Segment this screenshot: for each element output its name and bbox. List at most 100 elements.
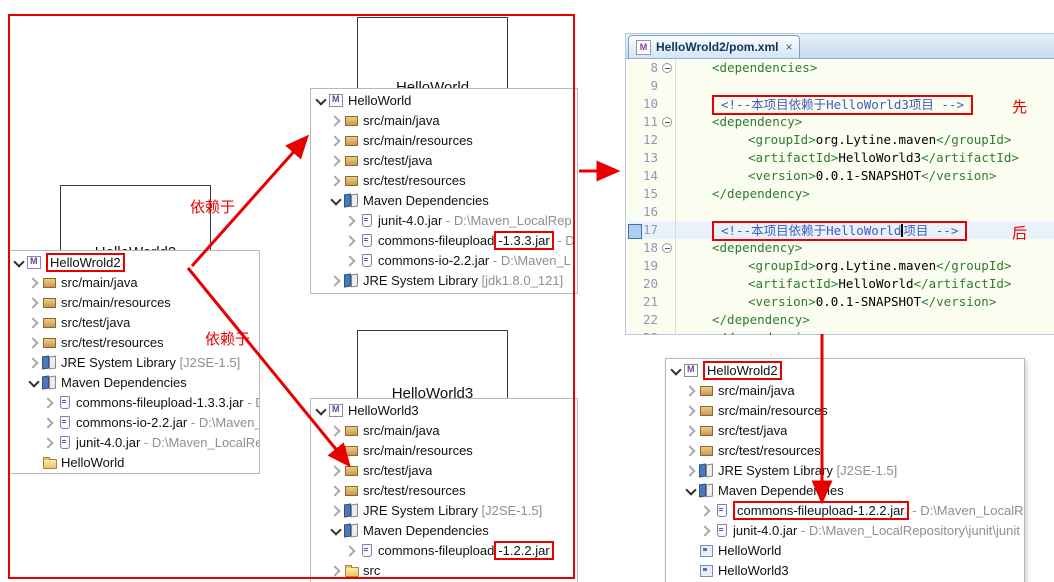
chevron-expanded-icon[interactable] [314, 404, 327, 417]
fold-collapse-icon[interactable] [660, 59, 676, 77]
chevron-expanded-icon[interactable] [684, 484, 697, 497]
tree-item[interactable]: src/test/resources [666, 440, 1024, 460]
chevron-collapsed-icon[interactable] [329, 114, 342, 127]
chevron-collapsed-icon[interactable] [27, 276, 40, 289]
chevron-collapsed-icon[interactable] [329, 484, 342, 497]
editor-line[interactable]: 23 </dependencies> [630, 329, 1054, 335]
fold-collapse-icon[interactable] [660, 113, 676, 131]
tree-item[interactable]: commons-fileupload -1.2.2.jar [311, 540, 577, 560]
chevron-expanded-icon[interactable] [27, 376, 40, 389]
editor-line[interactable]: 13 <artifactId>HelloWorld3</artifactId> [630, 149, 1054, 167]
editor-line[interactable]: 11 <dependency> [630, 113, 1054, 131]
tree-item[interactable]: src/test/java [666, 420, 1024, 440]
chevron-collapsed-icon[interactable] [329, 424, 342, 437]
editor-line[interactable]: 8 <dependencies> [630, 59, 1054, 77]
tree-item[interactable]: junit-4.0.jar - D:\Maven_LocalRep [9, 432, 259, 452]
chevron-collapsed-icon[interactable] [699, 524, 712, 537]
chevron-collapsed-icon[interactable] [329, 134, 342, 147]
tree-item[interactable]: src/main/resources [311, 130, 577, 150]
chevron-collapsed-icon[interactable] [344, 544, 357, 557]
chevron-expanded-icon[interactable] [314, 94, 327, 107]
chevron-expanded-icon[interactable] [669, 364, 682, 377]
chevron-collapsed-icon[interactable] [329, 154, 342, 167]
tree-item[interactable]: commons-io-2.2.jar - D:\Maven_L [9, 412, 259, 432]
chevron-collapsed-icon[interactable] [684, 444, 697, 457]
tree-item[interactable]: HelloWorld [666, 540, 1024, 560]
tree-item[interactable]: Maven Dependencies [9, 372, 259, 392]
tree-item[interactable]: src/main/resources [9, 292, 259, 312]
chevron-collapsed-icon[interactable] [684, 384, 697, 397]
tree-item[interactable]: HelloWorld [311, 90, 577, 110]
close-icon[interactable]: × [785, 40, 792, 54]
chevron-collapsed-icon[interactable] [329, 174, 342, 187]
editor-line[interactable]: 21 <version>0.0.1-SNAPSHOT</version> [630, 293, 1054, 311]
chevron-collapsed-icon[interactable] [42, 436, 55, 449]
chevron-collapsed-icon[interactable] [684, 424, 697, 437]
chevron-collapsed-icon[interactable] [329, 564, 342, 577]
chevron-collapsed-icon[interactable] [344, 254, 357, 267]
chevron-expanded-icon[interactable] [329, 194, 342, 207]
tab-pom-xml[interactable]: M HelloWrold2/pom.xml × [628, 35, 801, 58]
chevron-collapsed-icon[interactable] [42, 396, 55, 409]
tree-item[interactable]: Maven Dependencies [311, 520, 577, 540]
chevron-collapsed-icon[interactable] [699, 504, 712, 517]
editor-line[interactable]: 18 <dependency> [630, 239, 1054, 257]
tree-item[interactable]: JRE System Library [J2SE-1.5] [311, 500, 577, 520]
tree-item[interactable]: JRE System Library [J2SE-1.5] [666, 460, 1024, 480]
chevron-collapsed-icon[interactable] [329, 464, 342, 477]
editor-line[interactable]: 17 <!--本项目依赖于HelloWorld 项目 --> 后 [630, 221, 1054, 242]
editor-line[interactable]: 12 <groupId>org.Lytine.maven</groupId> [630, 131, 1054, 149]
tree-item[interactable]: src/main/java [9, 272, 259, 292]
tree-item[interactable]: src/main/java [666, 380, 1024, 400]
chevron-collapsed-icon[interactable] [684, 464, 697, 477]
editor-line[interactable]: 14 <version>0.0.1-SNAPSHOT</version> [630, 167, 1054, 185]
chevron-collapsed-icon[interactable] [27, 356, 40, 369]
tree-item[interactable]: commons-fileupload-1.3.3.jar - D [9, 392, 259, 412]
chevron-collapsed-icon[interactable] [344, 214, 357, 227]
tree-item[interactable]: src/test/resources [311, 170, 577, 190]
editor-line[interactable]: 19 <groupId>org.Lytine.maven</groupId> [630, 257, 1054, 275]
tree-item[interactable]: src/test/java [311, 150, 577, 170]
tree-item[interactable]: src/test/resources [311, 480, 577, 500]
tree-item[interactable]: Maven Dependencies [666, 480, 1024, 500]
tree-item[interactable]: Maven Dependencies [311, 190, 577, 210]
tree-item[interactable]: src [311, 560, 577, 580]
editor-line[interactable]: 15 </dependency> [630, 185, 1054, 203]
tree-item[interactable]: HelloWrold2 [9, 252, 259, 272]
chevron-collapsed-icon[interactable] [344, 234, 357, 247]
code-area[interactable]: 8 <dependencies> 9 10 <!--本项目依赖于HelloWorld3项… [626, 59, 1054, 335]
tree-item[interactable]: src/test/java [311, 460, 577, 480]
chevron-collapsed-icon[interactable] [27, 296, 40, 309]
tree-item[interactable]: src/main/java [311, 420, 577, 440]
chevron-collapsed-icon[interactable] [329, 274, 342, 287]
tree-item[interactable]: commons-fileupload-1.3.3.jar - D [311, 230, 577, 250]
tree-item[interactable]: junit-4.0.jar - D:\Maven_LocalRep [311, 210, 577, 230]
tree-item[interactable]: junit-4.0.jar - D:\Maven_LocalRepository… [666, 520, 1024, 540]
chevron-collapsed-icon[interactable] [27, 316, 40, 329]
tree-item[interactable]: HelloWorld3 [311, 400, 577, 420]
chevron-expanded-icon[interactable] [12, 256, 25, 269]
chevron-expanded-icon[interactable] [329, 524, 342, 537]
fold-collapse-icon[interactable] [660, 239, 676, 257]
package-icon [698, 402, 715, 418]
tree-item[interactable]: JRE System Library [J2SE-1.5] [9, 352, 259, 372]
chevron-collapsed-icon[interactable] [27, 336, 40, 349]
tree-item[interactable]: HelloWorld [9, 452, 259, 472]
tree-item[interactable]: HelloWrold2 [666, 360, 1024, 380]
tree-item[interactable]: JRE System Library [jdk1.8.0_121] [311, 270, 577, 290]
tree-item[interactable]: commons-fileupload-1.2.2.jar - D:\Maven_… [666, 500, 1024, 520]
editor-line[interactable]: 16 [630, 203, 1054, 221]
editor-line[interactable]: 10 <!--本项目依赖于HelloWorld3项目 --> 先 [630, 95, 1054, 116]
editor-line[interactable]: 22 </dependency> [630, 311, 1054, 329]
tree-item[interactable]: src/main/resources [311, 440, 577, 460]
chevron-collapsed-icon[interactable] [42, 416, 55, 429]
editor-line[interactable]: 20 <artifactId>HelloWorld</artifactId> [630, 275, 1054, 293]
tree-item[interactable]: src/main/resources [666, 400, 1024, 420]
tree-item[interactable]: commons-io-2.2.jar - D:\Maven_L [311, 250, 577, 270]
chevron-collapsed-icon[interactable] [329, 504, 342, 517]
editor-line[interactable]: 9 [630, 77, 1054, 95]
tree-item[interactable]: HelloWorld3 [666, 560, 1024, 580]
chevron-collapsed-icon[interactable] [684, 404, 697, 417]
tree-item[interactable]: src/main/java [311, 110, 577, 130]
chevron-collapsed-icon[interactable] [329, 444, 342, 457]
